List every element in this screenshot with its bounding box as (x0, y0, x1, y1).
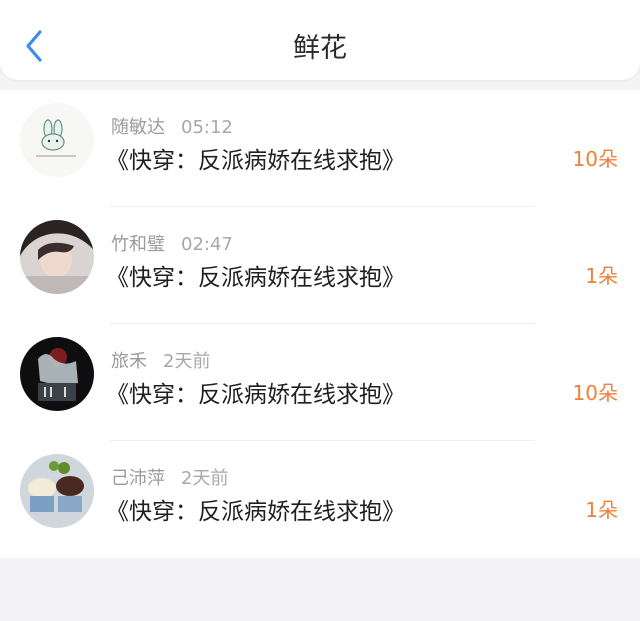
sender-meta: 旅禾 2天前 (111, 347, 210, 373)
send-time: 2天前 (163, 351, 211, 372)
page-title: 鲜花 (293, 33, 347, 64)
list-item[interactable]: 己沛萍 2天前 《快穿：反派病娇在线求抱》 1朵 (0, 441, 640, 558)
avatar[interactable] (20, 220, 94, 294)
book-title[interactable]: 《快穿：反派病娇在线求抱》 (106, 258, 405, 292)
sender-meta: 随敏达 05:12 (111, 113, 233, 139)
book-title[interactable]: 《快穿：反派病娇在线求抱》 (106, 141, 405, 175)
flower-gift-list: 随敏达 05:12 《快穿：反派病娇在线求抱》 10朵 竹和璧 02:47 《快穿：… (0, 90, 640, 558)
flower-count: 1朵 (585, 264, 618, 288)
flower-count: 10朵 (572, 147, 618, 171)
sender-meta: 己沛萍 2天前 (111, 464, 228, 490)
sender-meta: 竹和璧 02:47 (111, 230, 233, 256)
flower-count: 1朵 (585, 498, 618, 522)
avatar[interactable] (20, 337, 94, 411)
list-item[interactable]: 旅禾 2天前 《快穿：反派病娇在线求抱》 10朵 (0, 324, 640, 441)
flower-count: 10朵 (572, 381, 618, 405)
crystal-figure-avatar (20, 337, 94, 411)
book-title[interactable]: 《快穿：反派病娇在线求抱》 (106, 492, 405, 526)
list-item[interactable]: 随敏达 05:12 《快穿：反派病娇在线求抱》 10朵 (0, 90, 640, 207)
sender-name: 随敏达 (111, 117, 165, 138)
book-title[interactable]: 《快穿：反派病娇在线求抱》 (106, 375, 405, 409)
avatar[interactable] (20, 103, 94, 177)
send-time: 05:12 (181, 117, 233, 138)
list-item[interactable]: 竹和璧 02:47 《快穿：反派病娇在线求抱》 1朵 (0, 207, 640, 324)
top-bar: 鲜花 (0, 0, 640, 80)
send-time: 2天前 (181, 468, 229, 489)
sender-name: 旅禾 (111, 351, 147, 372)
girl-photo-avatar (20, 220, 94, 294)
sender-name: 竹和璧 (111, 234, 165, 255)
avatar[interactable] (20, 454, 94, 528)
dessert-photo-avatar (20, 454, 94, 528)
send-time: 02:47 (181, 234, 233, 255)
bunny-sticker-avatar (20, 103, 94, 177)
sender-name: 己沛萍 (111, 468, 165, 489)
